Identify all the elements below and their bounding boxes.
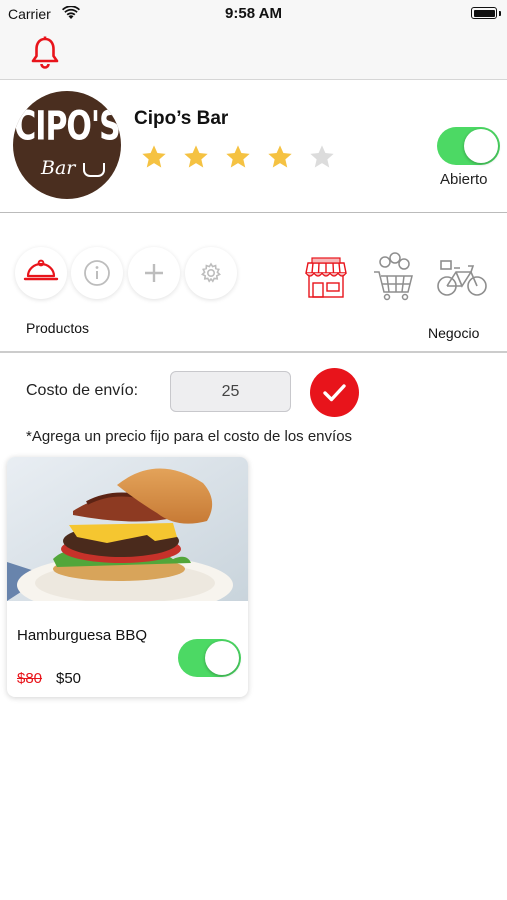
plus-icon [145,264,163,282]
settings-tab[interactable] [185,247,237,299]
status-time: 9:58 AM [225,5,282,22]
add-tab[interactable] [128,247,180,299]
shipping-cost-input[interactable]: 25 [170,371,291,412]
confirm-shipping-button[interactable] [310,368,359,417]
info-icon [84,260,110,286]
product-name: Hamburguesa BBQ [17,627,148,644]
product-old-price: $80 [17,670,43,687]
star-icon [268,145,292,168]
coffee-cup-icon [83,163,105,177]
open-toggle[interactable] [437,127,500,165]
star-icon [184,145,208,168]
restaurant-name: Cipo’s Bar [134,108,229,129]
divider [0,351,507,353]
star-icon [226,145,250,168]
star-icon [142,145,166,168]
bell-icon[interactable] [30,36,60,70]
info-tab[interactable] [71,247,123,299]
checkmark-icon [323,384,346,402]
shipping-cost-label: Costo de envío: [26,382,139,399]
products-tab[interactable] [15,247,67,299]
products-label: Productos [26,320,90,336]
shipping-note: *Agrega un precio fijo para el costo de … [26,428,353,445]
rating-stars [140,143,336,171]
logo-text: CIPO'S [14,102,120,151]
cart-icon[interactable] [372,252,416,302]
bicycle-icon[interactable] [437,258,487,298]
store-icon[interactable] [304,255,348,299]
battery-icon [471,7,497,19]
battery-tip [499,11,501,16]
cloche-icon [23,259,59,281]
nav-bar [0,30,507,80]
restaurant-logo: CIPO'S Bar [13,91,121,199]
business-label: Negocio [428,325,480,341]
product-price: $50 [56,670,82,687]
logo-script: Bar [41,157,76,179]
star-icon [310,145,334,168]
open-status-label: Abierto [440,171,488,188]
product-image [7,457,248,601]
divider [0,212,507,213]
product-availability-toggle[interactable] [178,639,241,677]
gear-icon [201,262,221,283]
